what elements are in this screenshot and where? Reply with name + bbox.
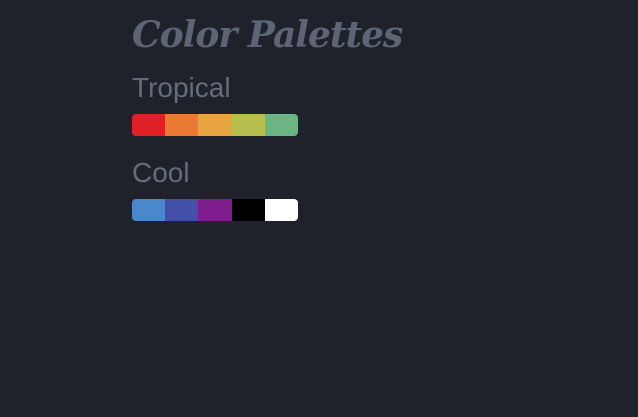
swatch-color-3 xyxy=(198,114,232,136)
swatch-color-5 xyxy=(264,114,298,136)
palette-name: Tropical xyxy=(132,72,231,103)
swatch-bar xyxy=(132,114,298,136)
swatch-bar xyxy=(132,199,298,221)
swatch-color-1 xyxy=(132,199,166,221)
swatch-color-2 xyxy=(165,199,199,221)
palette-tropical: Tropical xyxy=(132,72,298,136)
swatch-color-4 xyxy=(231,199,265,221)
swatch-color-3 xyxy=(198,199,232,221)
page-title: Color Palettes xyxy=(132,14,403,56)
swatch-color-5 xyxy=(264,199,298,221)
palette-name: Cool xyxy=(132,157,190,188)
swatch-color-4 xyxy=(231,114,265,136)
palette-cool: Cool xyxy=(132,157,298,221)
swatch-color-2 xyxy=(165,114,199,136)
palette-page: Color Palettes Tropical Cool xyxy=(132,10,612,221)
swatch-color-1 xyxy=(132,114,166,136)
